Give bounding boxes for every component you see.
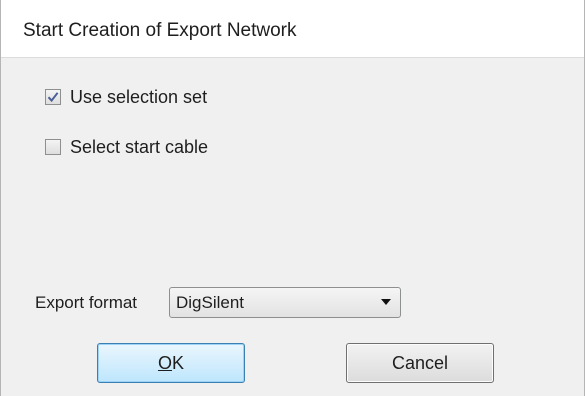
use-selection-set-checkbox[interactable] [45,89,61,105]
ok-button-label: K [172,352,185,373]
export-network-dialog: Start Creation of Export Network Use sel… [0,0,585,396]
select-start-cable-label: Select start cable [70,136,209,157]
use-selection-set-label: Use selection set [70,86,208,107]
select-start-cable-checkbox[interactable] [45,139,61,155]
cancel-button-label: Cancel [391,352,449,373]
ok-button[interactable]: OK [97,343,245,383]
dialog-title: Start Creation of Export Network [23,20,297,41]
chevron-down-icon [381,299,391,305]
export-format-label: Export format [35,293,138,312]
export-format-select[interactable]: DigSilent [169,287,401,318]
title-bar: Start Creation of Export Network [1,0,584,58]
use-selection-set-option[interactable]: Use selection set [45,86,207,108]
cancel-button[interactable]: Cancel [346,343,494,383]
checkmark-icon [47,92,59,103]
ok-button-mnemonic: O [157,352,172,373]
select-start-cable-option[interactable]: Select start cable [45,136,208,158]
export-format-value: DigSilent [176,293,245,312]
